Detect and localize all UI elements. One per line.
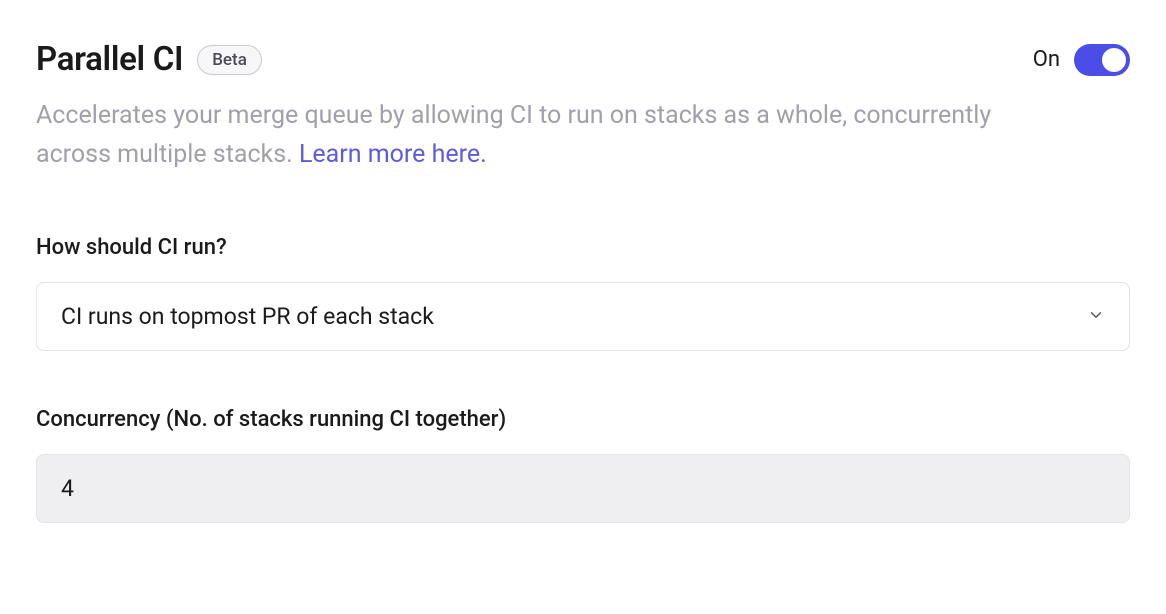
toggle-knob <box>1102 48 1126 72</box>
learn-more-link[interactable]: Learn more here. <box>299 140 487 169</box>
ci-run-select-wrapper: CI runs on topmost PR of each stack <box>36 282 1130 351</box>
page-title: Parallel CI <box>36 40 183 79</box>
toggle-label: On <box>1033 47 1060 72</box>
title-group: Parallel CI Beta <box>36 40 262 79</box>
concurrency-label: Concurrency (No. of stacks running CI to… <box>36 407 1130 432</box>
ci-run-field: How should CI run? CI runs on topmost PR… <box>36 235 1130 351</box>
ci-run-select[interactable]: CI runs on topmost PR of each stack <box>36 282 1130 351</box>
concurrency-value-box[interactable]: 4 <box>36 454 1130 523</box>
beta-badge: Beta <box>197 45 262 75</box>
toggle-control: On <box>1033 44 1130 76</box>
parallel-ci-toggle[interactable] <box>1074 44 1130 76</box>
ci-run-label: How should CI run? <box>36 235 1130 260</box>
header-row: Parallel CI Beta On <box>36 40 1130 79</box>
ci-run-selected-value: CI runs on topmost PR of each stack <box>61 303 434 330</box>
concurrency-field: Concurrency (No. of stacks running CI to… <box>36 407 1130 523</box>
description-text: Accelerates your merge queue by allowing… <box>36 97 1036 175</box>
chevron-down-icon <box>1087 303 1105 330</box>
description-body: Accelerates your merge queue by allowing… <box>36 101 991 169</box>
